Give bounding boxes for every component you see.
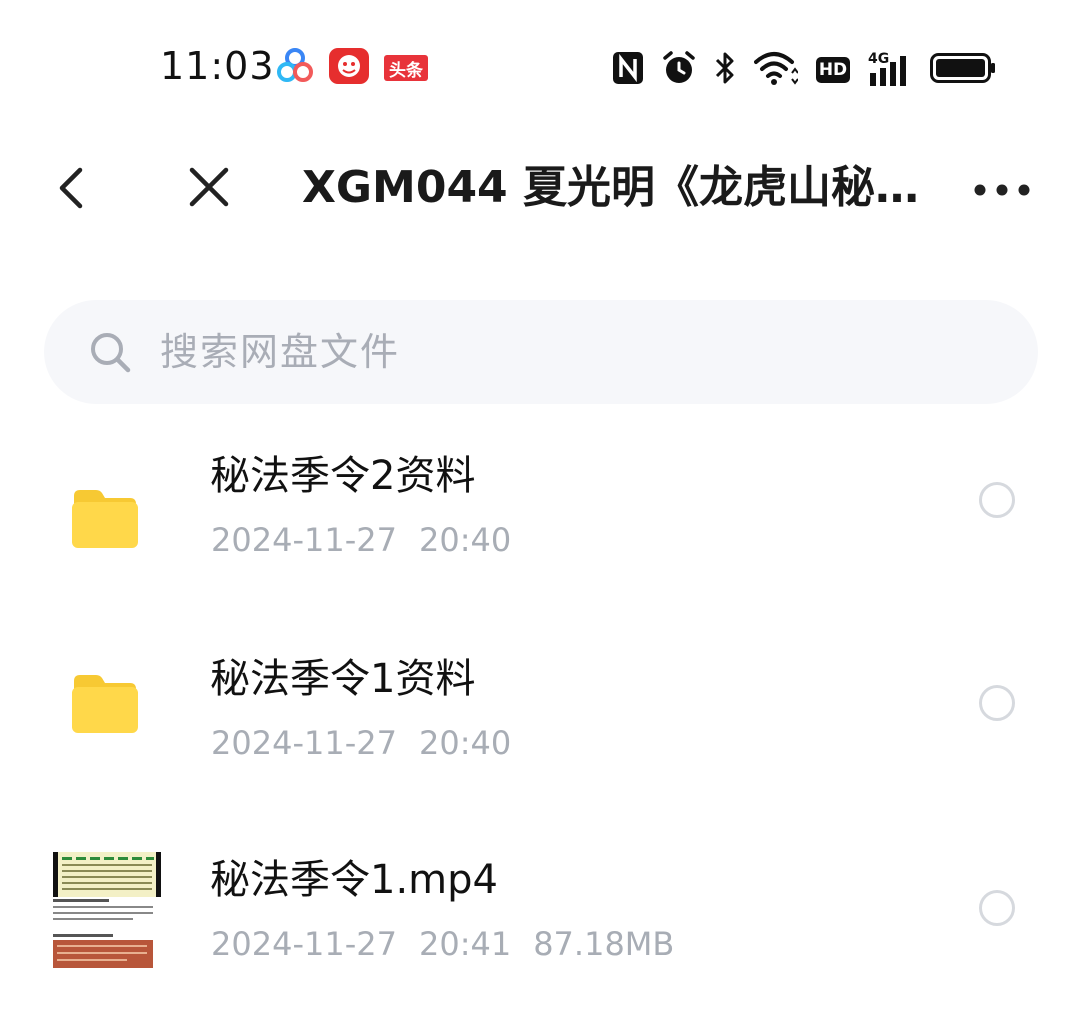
hd-icon: HD — [816, 57, 850, 83]
file-date: 2024-11-27 — [211, 724, 397, 762]
alarm-icon — [662, 50, 696, 90]
back-button[interactable] — [50, 164, 98, 212]
more-button[interactable] — [970, 170, 1034, 210]
search-placeholder: 搜索网盘文件 — [160, 330, 401, 374]
close-icon — [189, 167, 229, 207]
file-date: 2024-11-27 — [211, 521, 397, 559]
wifi-icon — [754, 51, 799, 89]
select-radio[interactable] — [979, 890, 1015, 926]
list-item[interactable]: 秘法季令1资料 2024-11-27 20:40 — [0, 651, 1080, 841]
baidu-netdisk-icon — [276, 47, 314, 89]
status-system-icons: HD 4G — [612, 48, 996, 92]
toutiao-icon: 头条 — [384, 55, 428, 81]
search-input[interactable]: 搜索网盘文件 — [44, 300, 1038, 404]
list-item[interactable]: 秘法季令2资料 2024-11-27 20:40 — [0, 448, 1080, 638]
file-name: 秘法季令2资料 — [210, 453, 476, 499]
toutiao-label: 头条 — [389, 60, 423, 81]
bluetooth-icon — [714, 50, 736, 90]
select-radio[interactable] — [979, 482, 1015, 518]
folder-icon — [72, 675, 138, 733]
file-size: 87.18MB — [533, 925, 675, 963]
list-item[interactable]: 秘法季令1.mp4 2024-11-27 20:41 87.18MB — [0, 852, 1080, 1020]
file-time: 20:41 — [418, 925, 512, 963]
file-meta: 2024-11-27 20:41 87.18MB — [211, 922, 696, 966]
jd-icon — [328, 46, 370, 90]
status-app-icons: 头条 — [276, 46, 428, 90]
page-title: XGM044 夏光明《龙虎山秘… — [302, 162, 919, 213]
status-bar: 11:03 头条 HD 4G — [0, 0, 1080, 130]
search-icon — [91, 333, 131, 373]
status-time: 11:03 — [160, 44, 275, 88]
file-name: 秘法季令1资料 — [210, 656, 476, 702]
folder-icon — [72, 490, 138, 548]
hd-label: HD — [818, 60, 848, 80]
battery-icon — [930, 53, 996, 87]
file-meta: 2024-11-27 20:40 — [211, 721, 533, 765]
file-name: 秘法季令1.mp4 — [210, 857, 498, 903]
video-thumbnail — [53, 852, 161, 970]
more-horizontal-icon — [974, 184, 1030, 196]
nfc-icon — [612, 51, 644, 89]
close-button[interactable] — [184, 162, 234, 212]
signal-4g-icon: 4G — [868, 51, 912, 87]
file-meta: 2024-11-27 20:40 — [211, 518, 533, 562]
file-date: 2024-11-27 — [211, 925, 397, 963]
file-time: 20:40 — [418, 724, 512, 762]
chevron-left-icon — [59, 167, 83, 209]
file-time: 20:40 — [418, 521, 512, 559]
nav-bar: XGM044 夏光明《龙虎山秘… — [0, 140, 1080, 240]
select-radio[interactable] — [979, 685, 1015, 721]
